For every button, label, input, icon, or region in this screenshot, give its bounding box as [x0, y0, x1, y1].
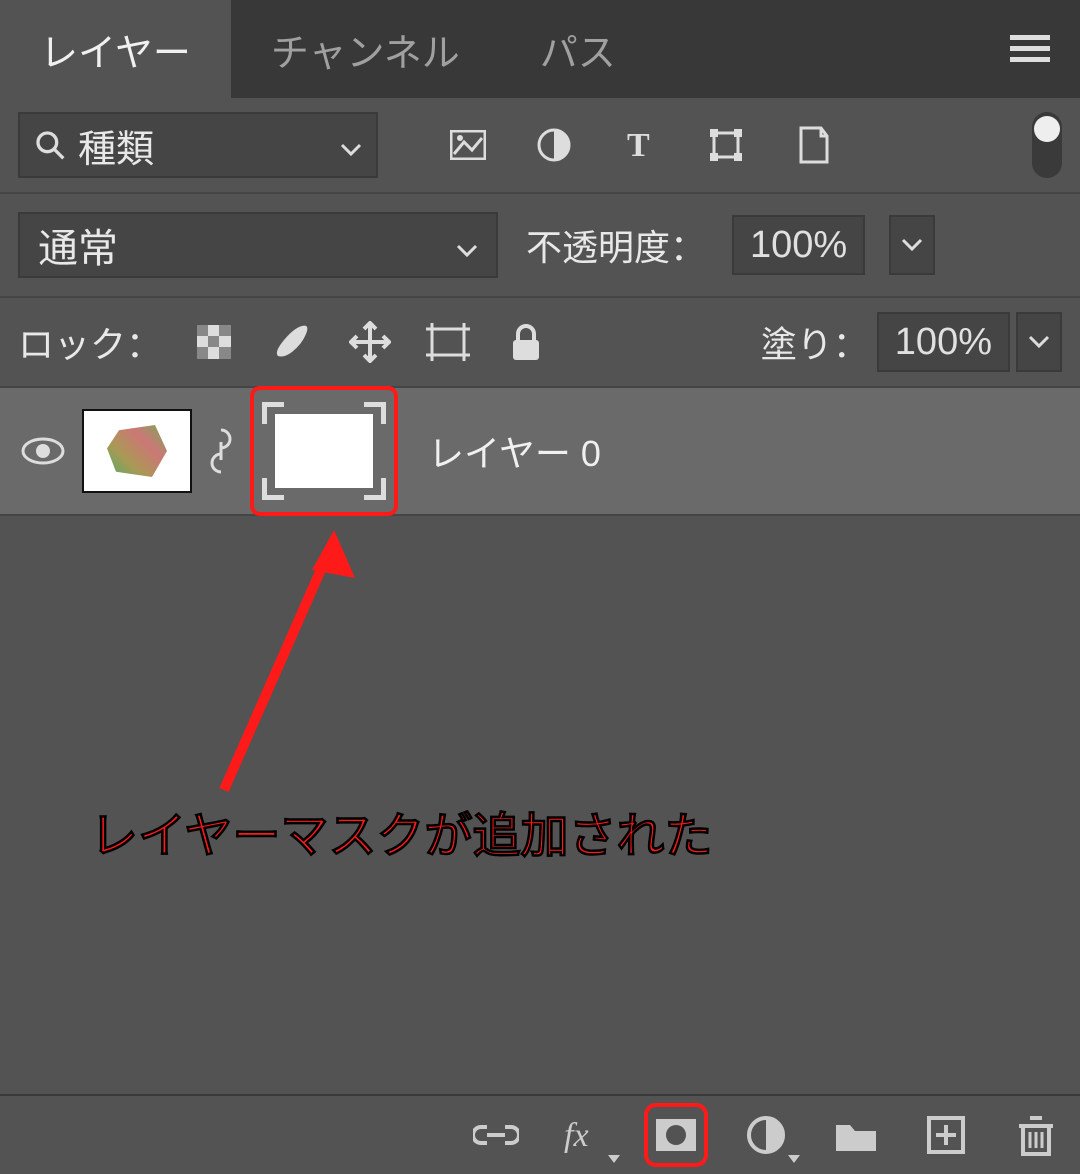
layer-effects-icon[interactable]: fx: [562, 1111, 610, 1159]
tab-channels[interactable]: チャンネル: [231, 0, 500, 98]
layer-mask-thumbnail[interactable]: [262, 402, 386, 500]
layers-panel: レイヤー チャンネル パス 種類: [0, 0, 1080, 1174]
mask-link-icon[interactable]: [206, 426, 236, 476]
opacity-dropdown[interactable]: [889, 215, 935, 275]
filter-pixel-icon[interactable]: [448, 125, 488, 165]
panel-menu-icon[interactable]: [1010, 35, 1050, 63]
filter-adjustment-icon[interactable]: [534, 125, 574, 165]
annotation-arrow: [184, 530, 384, 810]
layer-name[interactable]: レイヤー 0: [428, 425, 601, 477]
link-layers-icon[interactable]: [472, 1111, 520, 1159]
lock-label: ロック：: [18, 316, 162, 368]
delete-layer-icon[interactable]: [1012, 1111, 1060, 1159]
filter-toggle[interactable]: [1032, 112, 1062, 178]
tab-layers[interactable]: レイヤー: [0, 0, 231, 98]
new-group-icon[interactable]: [832, 1111, 880, 1159]
tab-paths[interactable]: パス: [500, 0, 656, 98]
lock-position-icon[interactable]: [348, 320, 392, 364]
lock-transparency-icon[interactable]: [192, 320, 236, 364]
filter-shape-icon[interactable]: [706, 125, 746, 165]
add-mask-icon[interactable]: [652, 1111, 700, 1159]
lock-pixels-icon[interactable]: [270, 320, 314, 364]
blend-mode-value: 通常: [38, 216, 118, 274]
lock-row: ロック： 塗り：: [0, 298, 1080, 388]
filter-smartobject-icon[interactable]: [792, 125, 832, 165]
lock-artboard-icon[interactable]: [426, 320, 470, 364]
layer-thumbnail[interactable]: [82, 409, 192, 493]
new-layer-icon[interactable]: [922, 1111, 970, 1159]
filter-row: 種類 T: [0, 98, 1080, 194]
layers-list: レイヤー 0 レイヤーマスクが追加された: [0, 388, 1080, 1094]
mask-highlight-box: [250, 386, 398, 516]
panel-tabs: レイヤー チャンネル パス: [0, 0, 1080, 98]
filter-kind-select[interactable]: 種類: [18, 112, 378, 178]
panel-footer: fx: [0, 1094, 1080, 1174]
blend-row: 通常 不透明度： 100%: [0, 194, 1080, 298]
adjustment-layer-icon[interactable]: [742, 1111, 790, 1159]
svg-text:T: T: [627, 128, 650, 162]
layer-row[interactable]: レイヤー 0: [0, 388, 1080, 516]
filter-kind-label: 種類: [78, 118, 154, 173]
annotation-text: レイヤーマスクが追加された: [90, 796, 713, 866]
lock-all-icon[interactable]: [504, 320, 548, 364]
thumbnail-image: [107, 425, 167, 477]
visibility-icon[interactable]: [18, 436, 68, 466]
fill-value[interactable]: 100%: [877, 312, 1010, 372]
filter-type-icons: T: [448, 125, 832, 165]
opacity-label: 不透明度：: [526, 219, 706, 271]
blend-mode-select[interactable]: 通常: [18, 212, 498, 278]
svg-text:fx: fx: [564, 1117, 589, 1154]
filter-type-icon[interactable]: T: [620, 125, 660, 165]
fill-label: 塗り：: [761, 316, 869, 368]
toggle-knob: [1034, 116, 1060, 142]
fill-dropdown[interactable]: [1016, 312, 1062, 372]
opacity-value[interactable]: 100%: [732, 215, 865, 275]
